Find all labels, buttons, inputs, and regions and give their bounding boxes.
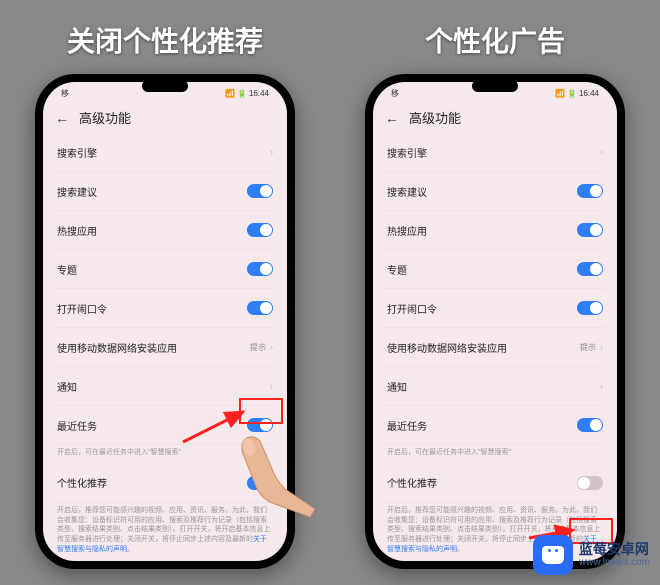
battery-icon: 🔋	[237, 89, 247, 98]
notch	[142, 80, 188, 92]
chevron-right-icon: ›	[600, 381, 603, 391]
setting-label: 通知	[387, 379, 407, 394]
page-title: 高级功能	[79, 108, 131, 127]
screen-left: 移 📶🔋16:44 ← 高级功能搜索引擎 › 搜索建议热搜应用专题打开闹口令使用移动数据网…	[43, 82, 287, 561]
watermark-logo-icon	[533, 535, 573, 575]
setting-row[interactable]: 搜索建议	[55, 172, 275, 211]
time-text: 16:44	[249, 89, 269, 98]
setting-value: 提示	[580, 342, 596, 353]
back-button[interactable]: ←	[385, 110, 399, 126]
toggle-switch[interactable]	[577, 476, 603, 490]
left-title: 关闭个性化推荐	[67, 20, 263, 60]
phone-frame-right: 移 📶🔋16:44 ← 高级功能搜索引擎 › 搜索建议热搜应用专题打开闹口令使用移动数据网…	[365, 74, 625, 569]
setting-description: 开启后，推荐您可能感兴趣的视频、应用、资讯、服务。为此，我们会收集您：设备标识符…	[55, 503, 275, 561]
toggle-switch[interactable]	[577, 184, 603, 198]
setting-row[interactable]: 热搜应用	[385, 211, 605, 250]
setting-label: 使用移动数据网络安装应用	[57, 340, 177, 355]
setting-row[interactable]: 专题	[55, 250, 275, 289]
statusbar-left: 移	[391, 88, 399, 99]
setting-label: 专题	[57, 262, 77, 277]
setting-row[interactable]: 通知 ›	[385, 367, 605, 406]
setting-label: 搜索引擎	[387, 145, 427, 160]
back-button[interactable]: ←	[55, 110, 69, 126]
setting-label: 热搜应用	[387, 223, 427, 238]
carrier-text: 移	[391, 88, 399, 99]
settings-list: 搜索引擎 › 搜索建议热搜应用专题打开闹口令使用移动数据网络安装应用 提示 › 通知 › 最近…	[43, 133, 287, 561]
setting-row[interactable]: 打开闹口令	[55, 289, 275, 328]
image-container: 关闭个性化推荐 移📶🔋16:44←高级功能搜索引擎›搜索建议热搜应用专题打开闹口…	[0, 0, 660, 585]
toggle-switch[interactable]	[247, 262, 273, 276]
page-title: 高级功能	[409, 108, 461, 127]
setting-label: 通知	[57, 379, 77, 394]
watermark-url: www.lmkjst.com	[579, 557, 650, 568]
toggle-switch[interactable]	[577, 301, 603, 315]
setting-label: 打开闹口令	[387, 301, 437, 316]
statusbar-left: 移	[61, 88, 69, 99]
setting-label: 个性化推荐	[387, 475, 437, 490]
setting-label: 搜索建议	[387, 184, 427, 199]
chevron-right-icon: ›	[270, 381, 273, 391]
watermark: 蓝莓安卓网 www.lmkjst.com	[533, 535, 650, 575]
setting-row[interactable]: 通知 ›	[55, 367, 275, 406]
watermark-title: 蓝莓安卓网	[579, 542, 650, 557]
statusbar-right: 📶🔋16:44	[555, 89, 599, 98]
signal-icon: 📶	[225, 89, 235, 98]
carrier-text: 移	[61, 88, 69, 99]
setting-row[interactable]: 个性化推荐	[385, 464, 605, 503]
toggle-switch[interactable]	[247, 476, 273, 490]
statusbar-right: 📶🔋16:44	[225, 89, 269, 98]
setting-label: 搜索引擎	[57, 145, 97, 160]
right-title: 个性化广告	[425, 20, 565, 60]
page-header: ← 高级功能	[43, 104, 287, 133]
setting-label: 打开闹口令	[57, 301, 107, 316]
time-text: 16:44	[579, 89, 599, 98]
setting-row[interactable]: 使用移动数据网络安装应用 提示 ›	[385, 328, 605, 367]
chevron-right-icon: ›	[270, 342, 273, 352]
setting-row[interactable]: 搜索引擎 ›	[385, 133, 605, 172]
toggle-switch[interactable]	[247, 301, 273, 315]
setting-label: 专题	[387, 262, 407, 277]
setting-row[interactable]: 个性化推荐	[55, 464, 275, 503]
signal-icon: 📶	[555, 89, 565, 98]
setting-label: 最近任务	[387, 418, 427, 433]
settings-list: 搜索引擎 › 搜索建议热搜应用专题打开闹口令使用移动数据网络安装应用 提示 › 通知 › 最近…	[373, 133, 617, 561]
setting-label: 搜索建议	[57, 184, 97, 199]
setting-row[interactable]: 搜索建议	[385, 172, 605, 211]
chevron-right-icon: ›	[600, 342, 603, 352]
setting-description: 开启后，可在最近任务中进入"智慧搜索"	[385, 445, 605, 464]
setting-row[interactable]: 专题	[385, 250, 605, 289]
left-panel: 关闭个性化推荐 移 📶🔋16:44 ← 高级功能搜索引擎 › 搜索建议热搜应用专题打开闹口…	[13, 20, 318, 569]
screen-right: 移 📶🔋16:44 ← 高级功能搜索引擎 › 搜索建议热搜应用专题打开闹口令使用移动数据网…	[373, 82, 617, 561]
toggle-switch[interactable]	[577, 262, 603, 276]
toggle-switch[interactable]	[577, 223, 603, 237]
battery-icon: 🔋	[567, 89, 577, 98]
page-header: ← 高级功能	[373, 104, 617, 133]
setting-row[interactable]: 最近任务	[55, 406, 275, 445]
setting-description: 开启后，可在最近任务中进入"智慧搜索"	[55, 445, 275, 464]
setting-row[interactable]: 最近任务	[385, 406, 605, 445]
right-panel: 个性化广告 移 📶🔋16:44 ← 高级功能搜索引擎 › 搜索建议热搜应用专题打开闹口令使…	[343, 20, 648, 569]
toggle-switch[interactable]	[247, 184, 273, 198]
setting-value: 提示	[250, 342, 266, 353]
setting-label: 热搜应用	[57, 223, 97, 238]
notch	[472, 80, 518, 92]
setting-row[interactable]: 热搜应用	[55, 211, 275, 250]
watermark-text: 蓝莓安卓网 www.lmkjst.com	[579, 542, 650, 568]
setting-label: 最近任务	[57, 418, 97, 433]
chevron-right-icon: ›	[600, 147, 603, 157]
toggle-switch[interactable]	[247, 418, 273, 432]
toggle-switch[interactable]	[577, 418, 603, 432]
setting-row[interactable]: 搜索引擎 ›	[55, 133, 275, 172]
phone-frame-left: 移 📶🔋16:44 ← 高级功能搜索引擎 › 搜索建议热搜应用专题打开闹口令使用移动数据网…	[35, 74, 295, 569]
chevron-right-icon: ›	[270, 147, 273, 157]
toggle-switch[interactable]	[247, 223, 273, 237]
setting-label: 个性化推荐	[57, 475, 107, 490]
setting-label: 使用移动数据网络安装应用	[387, 340, 507, 355]
setting-row[interactable]: 打开闹口令	[385, 289, 605, 328]
setting-row[interactable]: 使用移动数据网络安装应用 提示 ›	[55, 328, 275, 367]
